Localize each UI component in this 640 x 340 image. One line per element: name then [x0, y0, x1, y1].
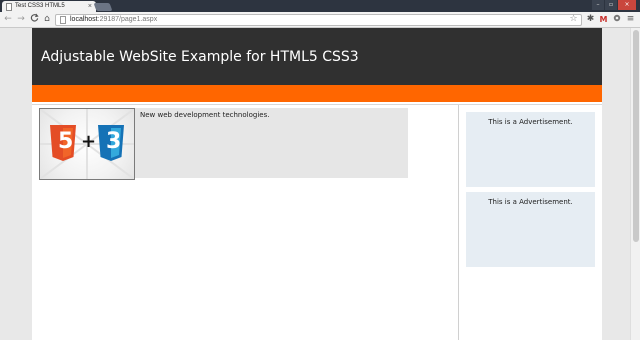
page-viewport: Adjustable WebSite Example for HTML5 CSS…	[0, 28, 640, 340]
website: Adjustable WebSite Example for HTML5 CSS…	[32, 28, 602, 340]
plus-sign: +	[81, 131, 97, 152]
maximize-button[interactable]: ▫	[605, 0, 617, 10]
nav-bar	[32, 85, 602, 102]
page-icon	[60, 16, 66, 24]
circle-icon	[613, 14, 620, 22]
reload-button[interactable]	[28, 13, 40, 26]
site-header: Adjustable WebSite Example for HTML5 CSS…	[32, 28, 602, 85]
minimize-button[interactable]: –	[592, 0, 604, 10]
home-button[interactable]: ⌂	[41, 13, 53, 26]
html5-css3-image: 5 + 3	[39, 108, 135, 180]
extension-circle-icon[interactable]	[611, 14, 622, 25]
url-host: localhost	[70, 16, 98, 23]
article-box: 5 + 3 New web development technologies.	[39, 108, 408, 180]
url-text: localhost:29187/page1.aspx	[70, 15, 157, 25]
settings-menu-icon[interactable]: ≡	[625, 14, 636, 25]
reload-icon	[30, 13, 39, 22]
page-title: Adjustable WebSite Example for HTML5 CSS…	[41, 49, 359, 65]
sidebar-divider	[458, 105, 459, 340]
advertisement[interactable]: This is a Advertisement.	[466, 112, 595, 187]
scrollbar[interactable]	[630, 28, 640, 340]
back-button[interactable]: ←	[2, 13, 14, 26]
url-path: :29187/page1.aspx	[97, 16, 158, 23]
advertisement[interactable]: This is a Advertisement.	[466, 192, 595, 267]
extension-icon[interactable]: ✱	[585, 14, 596, 25]
address-bar[interactable]: localhost:29187/page1.aspx ☆	[55, 14, 582, 26]
window-titlebar: Test CSS3 HTML5 × – ▫ ×	[0, 0, 640, 13]
close-window-button[interactable]: ×	[618, 0, 636, 10]
window-controls: – ▫ ×	[592, 0, 636, 11]
tab-title: Test CSS3 HTML5	[15, 3, 65, 9]
article-text: New web development technologies.	[140, 111, 270, 119]
scrollbar-thumb[interactable]	[633, 30, 639, 242]
bookmark-star-icon[interactable]: ☆	[568, 14, 579, 25]
divider	[32, 104, 602, 105]
close-tab-icon[interactable]: ×	[88, 1, 92, 12]
page-icon	[6, 3, 12, 11]
css3-digit: 3	[106, 129, 122, 154]
mail-icon[interactable]: M	[598, 14, 609, 25]
browser-toolbar: ← → ⌂ localhost:29187/page1.aspx ☆ ✱ M ≡	[0, 12, 640, 28]
html5-digit: 5	[58, 129, 74, 154]
new-tab-button[interactable]	[93, 3, 113, 11]
forward-button[interactable]: →	[15, 13, 27, 26]
